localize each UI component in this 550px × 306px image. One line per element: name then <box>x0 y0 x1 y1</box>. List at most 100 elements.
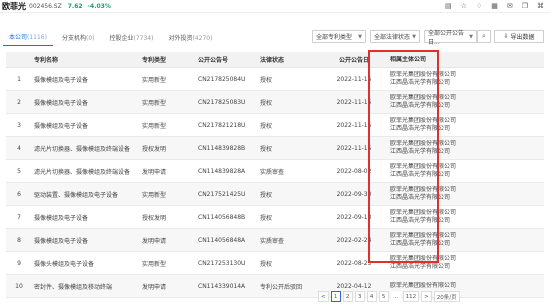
pub-date: 2022-11-15 <box>336 144 372 152</box>
owner-company[interactable]: 江西晶浩光学有限公司 <box>390 148 484 156</box>
owner-company[interactable]: 欧菲光集团股份有限公司 <box>390 163 484 171</box>
owner-company[interactable]: 欧菲光集团股份有限公司 <box>390 94 484 102</box>
owner-company[interactable]: 江西晶浩光学有限公司 <box>390 125 484 133</box>
owner-company[interactable]: 江西晶浩光学有限公司 <box>390 79 484 87</box>
row-index: 4 <box>17 144 21 152</box>
legal-status: 授权 <box>260 76 273 84</box>
row-index: 8 <box>17 236 21 244</box>
patent-name[interactable]: 摄像模组及电子设备 <box>32 236 140 245</box>
table-row[interactable]: 2 摄像模组及电子设备 实用新型 CN217825083U 授权 2022-11-15 欧菲… <box>6 91 544 114</box>
owner-company[interactable]: 江西晶浩光学有限公司 <box>390 102 484 110</box>
owner-companies: 欧菲光集团股份有限公司 江西晶浩光学有限公司 <box>388 209 484 225</box>
patent-type: 实用新型 <box>142 76 167 84</box>
tab-investments[interactable]: 对外投资(4270) <box>162 33 218 46</box>
col-owner[interactable]: 相属主体公司 <box>388 56 484 64</box>
owner-companies: 欧菲光集团股份有限公司 江西晶浩光学有限公司 <box>388 94 484 110</box>
patent-name[interactable]: 摄像模组及电子设备 <box>32 213 140 222</box>
grid-icon[interactable]: ▦ <box>491 2 498 10</box>
col-pub-date[interactable]: 公开公告日 <box>320 55 388 64</box>
pub-number: CN217825084U <box>198 75 246 83</box>
alert-icon[interactable]: ♢ <box>476 2 482 10</box>
patent-type: 实用新型 <box>142 122 167 130</box>
owner-company[interactable]: 欧菲光集团股份有限公司 <box>390 282 484 290</box>
patent-name[interactable]: 驱动装置、摄像模组及电子设备 <box>32 190 140 199</box>
patent-type: 发明申请 <box>142 237 167 245</box>
table-row[interactable]: 1 摄像模组及电子设备 实用新型 CN217825084U 授权 2022-11-15 欧菲… <box>6 68 544 91</box>
pub-number: CN114839828B <box>198 144 246 152</box>
page-5-button[interactable]: 5 <box>378 291 389 302</box>
table-row[interactable]: 6 驱动装置、摄像模组及电子设备 实用新型 CN217521425U 授权 2022-09… <box>6 183 544 206</box>
table-row[interactable]: 5 滤光片切换器、摄像模组及终端设备 发明申请 CN114839828A 实质审查 202… <box>6 160 544 183</box>
col-type[interactable]: 专利类型 <box>140 55 196 64</box>
page-3-button[interactable]: 3 <box>354 291 365 302</box>
page-last-button[interactable]: 112 <box>402 291 420 302</box>
patent-type: 实用新型 <box>142 191 167 199</box>
owner-company[interactable]: 江西晶浩光学有限公司 <box>390 240 484 248</box>
page-1-button[interactable]: 1 <box>330 291 341 302</box>
owner-company[interactable]: 江西晶浩光学有限公司 <box>390 171 484 179</box>
table-row[interactable]: 10 密封件、摄像模组及移动终端 发明申请 CN114339014A 专利公开后驳回 20… <box>6 275 544 298</box>
patent-table: 专利名称 专利类型 公开公告号 法律状态 公开公告日 相属主体公司 1 摄像模组及… <box>6 52 544 298</box>
owner-company[interactable]: 江西晶浩光学有限公司 <box>390 194 484 202</box>
next-page-button[interactable]: > <box>421 291 432 302</box>
owner-company[interactable]: 江西晶浩光学有限公司 <box>390 217 484 225</box>
patent-name[interactable]: 滤光片切换器、摄像模组及终端设备 <box>32 144 140 153</box>
patent-type: 授权发明 <box>142 214 167 222</box>
tab-holdings[interactable]: 控股企业(7734) <box>103 33 159 46</box>
table-row[interactable]: 7 摄像模组及电子设备 授权发明 CN114056848B 授权 2022-09-13 欧菲… <box>6 206 544 229</box>
owner-company[interactable]: 欧菲光集团股份有限公司 <box>390 117 484 125</box>
chevron-down-icon: ▼ <box>469 33 473 40</box>
col-name[interactable]: 专利名称 <box>32 55 140 64</box>
pub-number: CN114839828A <box>198 167 246 175</box>
patent-name[interactable]: 摄像模组及电子设备 <box>32 98 140 107</box>
row-index: 7 <box>17 213 21 221</box>
table-row[interactable]: 8 摄像模组及电子设备 发明申请 CN114056848A 实质审查 2022-02-24… <box>6 229 544 252</box>
legal-status-select[interactable]: 全部法律状态 ▼ <box>370 30 420 43</box>
table-row[interactable]: 3 摄像模组及电子设备 实用新型 CN217821218U 授权 2022-11-15 欧菲… <box>6 114 544 137</box>
owner-company[interactable]: 欧菲光集团股份有限公司 <box>390 232 484 240</box>
patent-name[interactable]: 摄像模组及电子设备 <box>32 75 140 84</box>
export-button[interactable]: ⇩ 导出数据 <box>494 30 544 43</box>
col-pub-number[interactable]: 公开公告号 <box>196 55 258 64</box>
pub-date: 2022-08-02 <box>336 167 372 175</box>
link-icon[interactable]: ⌘ <box>537 2 544 10</box>
row-index: 5 <box>17 167 21 175</box>
patent-type: 发明申请 <box>142 283 167 291</box>
owner-companies: 欧菲光集团股份有限公司 江西晶浩光学有限公司 <box>388 232 484 248</box>
publish-date-select[interactable]: 全部公开公告日... ▼ <box>424 30 477 46</box>
table-row[interactable]: 9 摄像头模组及电子设备 实用新型 CN217253130U 授权 2022-08-23 欧… <box>6 252 544 275</box>
legal-status: 授权 <box>260 214 273 222</box>
patent-type-select[interactable]: 全部专利类型 ▼ <box>312 30 366 43</box>
owner-company[interactable]: 欧菲光集团股份有限公司 <box>390 186 484 194</box>
patent-name[interactable]: 密封件、摄像模组及移动终端 <box>32 282 140 291</box>
owner-company[interactable]: 欧菲光集团股份有限公司 <box>390 209 484 217</box>
legal-status: 授权 <box>260 122 273 130</box>
page-2-button[interactable]: 2 <box>342 291 353 302</box>
tab-this-company[interactable]: 本公司(1116) <box>3 32 53 46</box>
owner-company[interactable]: 欧菲光集团股份有限公司 <box>390 71 484 79</box>
page-ellipsis: ... <box>390 291 401 302</box>
owner-company[interactable]: 欧菲光集团股份有限公司 <box>390 140 484 148</box>
pub-date: 2022-11-15 <box>336 121 372 129</box>
patent-name[interactable]: 摄像模组及电子设备 <box>32 121 140 130</box>
col-status[interactable]: 法律状态 <box>258 55 320 64</box>
owner-company[interactable]: 欧菲光集团股份有限公司 <box>390 255 484 263</box>
mail-icon[interactable]: ✉ <box>507 2 513 10</box>
page-size-select[interactable]: 20条/页 <box>433 291 460 302</box>
pagination: < 1 2 3 4 5 ... 112 > 20条/页 <box>318 291 460 302</box>
stock-change: -4.03% <box>87 2 111 10</box>
page-4-button[interactable]: 4 <box>366 291 377 302</box>
legal-status: 实质审查 <box>260 168 285 176</box>
tab-branches[interactable]: 分支机构(0) <box>56 33 101 46</box>
patent-name[interactable]: 滤光片切换器、摄像模组及终端设备 <box>32 167 140 176</box>
table-row[interactable]: 4 滤光片切换器、摄像模组及终端设备 授权发明 CN114839828B 授权 2022-… <box>6 137 544 160</box>
owner-company[interactable]: 江西晶浩光学有限公司 <box>390 263 484 271</box>
stock-name: 欧菲光 <box>2 1 26 11</box>
search-button[interactable]: ⌕ <box>477 30 491 43</box>
prev-page-button[interactable]: < <box>318 291 329 302</box>
patent-name[interactable]: 摄像头模组及电子设备 <box>32 259 140 268</box>
document-icon[interactable]: ▤ <box>445 2 452 10</box>
legal-status: 专利公开后驳回 <box>260 283 303 291</box>
copy-icon[interactable]: ❐ <box>522 2 528 10</box>
star-icon[interactable]: ☆ <box>461 2 467 10</box>
